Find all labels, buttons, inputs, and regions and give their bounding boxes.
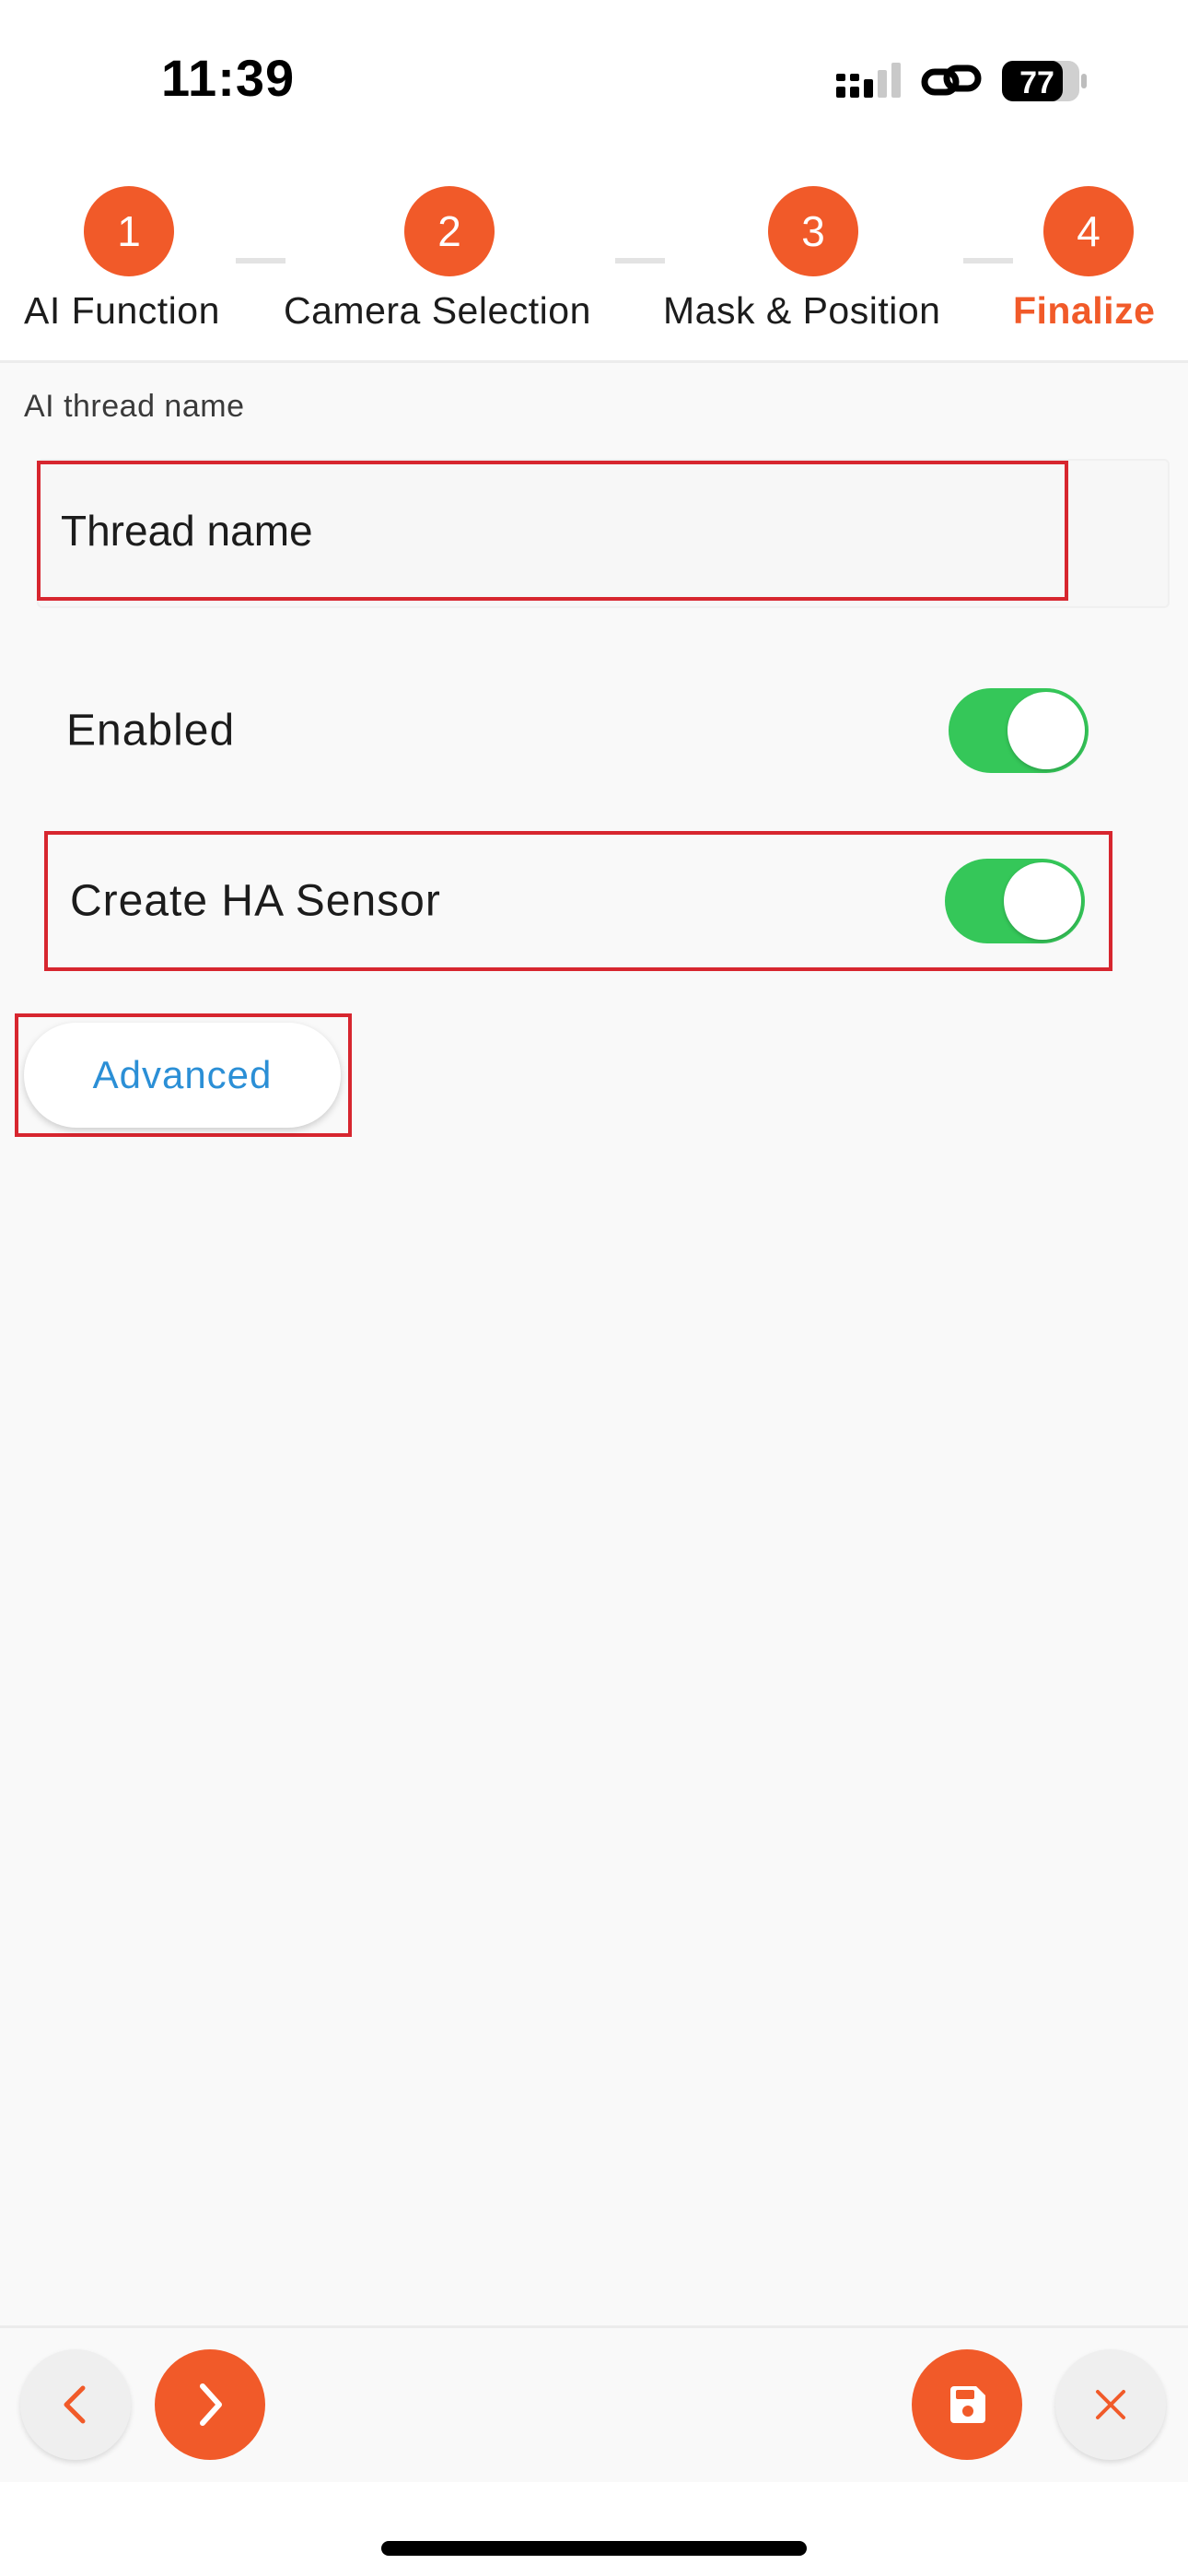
step-4-circle[interactable]: 4 xyxy=(1043,186,1134,276)
battery-level: 77 xyxy=(1019,65,1054,100)
enabled-row: Enabled xyxy=(44,662,1112,800)
thread-name-label: AI thread name xyxy=(24,389,245,424)
back-button[interactable] xyxy=(20,2349,131,2460)
thread-name-input[interactable] xyxy=(37,461,1068,601)
step-connector xyxy=(963,258,1013,263)
create-ha-sensor-row: Create HA Sensor xyxy=(44,831,1112,971)
advanced-button[interactable]: Advanced xyxy=(24,1023,341,1128)
create-ha-sensor-toggle[interactable] xyxy=(945,859,1085,943)
enabled-toggle[interactable] xyxy=(949,688,1089,773)
next-button[interactable] xyxy=(155,2349,265,2460)
close-icon xyxy=(1096,2390,1125,2419)
step-4-label[interactable]: Finalize xyxy=(1013,289,1155,333)
home-indicator-area xyxy=(0,2482,1188,2576)
wizard-stepper: 1 AI Function 2 Camera Selection 3 Mask … xyxy=(0,166,1188,363)
enabled-label: Enabled xyxy=(66,706,236,755)
close-button[interactable] xyxy=(1055,2349,1166,2460)
status-time: 11:39 xyxy=(161,49,296,107)
toggle-knob xyxy=(1004,862,1081,940)
battery-icon: 77 xyxy=(1002,61,1087,101)
chevron-right-icon xyxy=(200,2383,222,2426)
step-connector xyxy=(615,258,665,263)
signal-icon xyxy=(836,63,901,98)
step-connector xyxy=(236,258,285,263)
create-ha-sensor-label: Create HA Sensor xyxy=(70,876,441,926)
step-2-circle[interactable]: 2 xyxy=(404,186,495,276)
home-indicator[interactable] xyxy=(381,2541,807,2556)
status-bar: 11:39 77 xyxy=(0,0,1188,166)
chevron-left-icon xyxy=(64,2385,86,2424)
step-3-label[interactable]: Mask & Position xyxy=(663,289,940,333)
step-3-circle[interactable]: 3 xyxy=(768,186,858,276)
step-1-circle[interactable]: 1 xyxy=(84,186,174,276)
step-2-label[interactable]: Camera Selection xyxy=(284,289,591,333)
link-icon xyxy=(921,64,982,96)
save-button[interactable] xyxy=(912,2349,1022,2460)
toggle-knob xyxy=(1007,692,1085,769)
floppy-disk-icon xyxy=(950,2386,985,2423)
step-1-label[interactable]: AI Function xyxy=(24,289,220,333)
